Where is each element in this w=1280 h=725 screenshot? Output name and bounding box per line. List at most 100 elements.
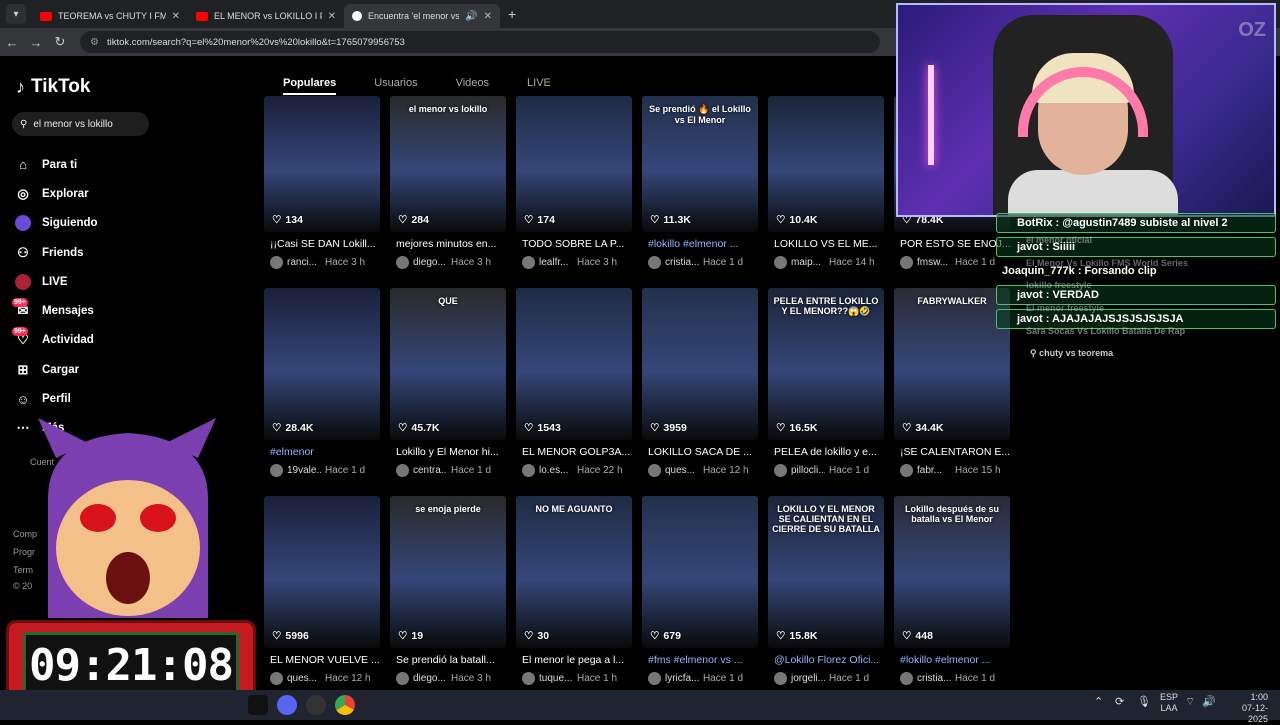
avatar[interactable]: [900, 672, 913, 685]
browser-tab-3[interactable]: Encuentra 'el menor vs loki 🔊 ✕: [344, 4, 500, 28]
tab-usuarios[interactable]: Usuarios: [374, 77, 417, 95]
video-thumbnail[interactable]: LOKILLO Y EL MENOR SE CALIENTAN EN EL CI…: [768, 496, 884, 648]
search-suggestion[interactable]: ⚲ chuty vs teorema: [1030, 348, 1113, 359]
video-caption[interactable]: ¡¡Casi SE DAN Lokill...: [270, 238, 382, 250]
username[interactable]: lyricfa...: [665, 673, 699, 684]
username[interactable]: cristia...: [665, 257, 699, 268]
username[interactable]: diego...: [413, 257, 447, 268]
forward-icon[interactable]: →: [24, 35, 48, 50]
avatar[interactable]: [522, 672, 535, 685]
username[interactable]: diego...: [413, 673, 447, 684]
username[interactable]: tuque...: [539, 673, 573, 684]
username[interactable]: 19vale...: [287, 465, 321, 476]
video-thumbnail[interactable]: [264, 288, 380, 440]
username[interactable]: ranci...: [287, 257, 321, 268]
avatar[interactable]: [270, 672, 283, 685]
video-thumbnail[interactable]: QUE: [390, 288, 506, 440]
search-suggestion[interactable]: Sara Socas Vs Lokillo Batalla De Rap: [1026, 326, 1185, 336]
sidebar-item-actividad[interactable]: ♡ 99+ Actividad: [12, 326, 98, 355]
video-thumbnail[interactable]: [768, 96, 884, 232]
search-suggestion[interactable]: el menor oficial: [1026, 235, 1092, 245]
video-caption[interactable]: TODO SOBRE LA P...: [522, 238, 634, 250]
video-thumbnail[interactable]: el menor vs lokillo: [390, 96, 506, 232]
avatar[interactable]: [396, 672, 409, 685]
search-suggestion[interactable]: El menor freestyle: [1026, 303, 1104, 313]
tab-live[interactable]: LIVE: [527, 77, 551, 95]
sync-icon[interactable]: ⟳: [1115, 697, 1124, 708]
language-indicator[interactable]: ESP LAA: [1160, 692, 1178, 714]
avatar[interactable]: [648, 464, 661, 477]
video-caption[interactable]: #elmenor: [270, 446, 382, 458]
username[interactable]: jorgeli...: [791, 673, 825, 684]
username[interactable]: ques...: [665, 465, 699, 476]
video-thumbnail[interactable]: NO ME AGUANTO: [516, 496, 632, 648]
search-suggestion[interactable]: El Menor Vs Lokillo FMS World Series: [1026, 258, 1188, 268]
avatar[interactable]: [900, 256, 913, 269]
video-thumbnail[interactable]: [516, 96, 632, 232]
sidebar-item-explorar[interactable]: ◎ Explorar: [14, 179, 98, 208]
avatar[interactable]: [774, 256, 787, 269]
video-thumbnail[interactable]: [516, 288, 632, 440]
new-tab-button[interactable]: +: [508, 6, 516, 22]
sidebar-item-perfil[interactable]: ☺ Perfil: [14, 384, 98, 413]
sidebar-item-para-ti[interactable]: ⌂ Para ti: [14, 150, 98, 179]
reload-icon[interactable]: ↻: [48, 34, 72, 50]
chrome-taskbar-icon[interactable]: [335, 695, 355, 715]
close-icon[interactable]: ✕: [484, 11, 492, 22]
speaker-icon[interactable]: 🔊: [465, 11, 477, 22]
video-caption[interactable]: #lokillo #elmenor ...: [900, 654, 1012, 666]
wifi-icon[interactable]: ⌔: [1185, 697, 1195, 708]
address-bar[interactable]: ⚙ tiktok.com/search?q=el%20menor%20vs%20…: [80, 31, 880, 53]
avatar[interactable]: [270, 464, 283, 477]
tab-videos[interactable]: Videos: [456, 77, 489, 95]
video-caption[interactable]: Se prendió la batall...: [396, 654, 508, 666]
username[interactable]: cristia...: [917, 673, 951, 684]
video-thumbnail[interactable]: FABRYWALKER: [894, 288, 1010, 440]
avatar[interactable]: [900, 464, 913, 477]
username[interactable]: lo.es...: [539, 465, 573, 476]
mic-icon[interactable]: 🎙: [1137, 697, 1151, 708]
sidebar-item-cargar[interactable]: ⊞ Cargar: [14, 355, 98, 384]
browser-tab-1[interactable]: TEOREMA vs CHUTY I FMS WO ✕: [32, 4, 188, 28]
avatar[interactable]: [270, 256, 283, 269]
video-caption[interactable]: #fms #elmenor vs ...: [648, 654, 760, 666]
avatar[interactable]: [396, 464, 409, 477]
video-thumbnail[interactable]: Se prendió 🔥 el Lokillo vs El Menor: [642, 96, 758, 232]
video-caption[interactable]: LOKILLO VS EL ME...: [774, 238, 886, 250]
video-caption[interactable]: El menor le pega a l...: [522, 654, 634, 666]
video-caption[interactable]: EL MENOR VUELVE ...: [270, 654, 382, 666]
tiktok-logo[interactable]: ♪ TikTok: [16, 76, 90, 98]
video-thumbnail[interactable]: [642, 288, 758, 440]
video-caption[interactable]: ¡SE CALENTARON E...: [900, 446, 1012, 458]
video-caption[interactable]: PELEA de lokillo y e...: [774, 446, 886, 458]
video-thumbnail[interactable]: [642, 496, 758, 648]
obs-taskbar-icon[interactable]: [306, 695, 326, 715]
video-thumbnail[interactable]: PELEA ENTRE LOKILLO Y EL MENOR??😱🤣: [768, 288, 884, 440]
avatar[interactable]: [522, 464, 535, 477]
site-info-icon[interactable]: ⚙: [90, 37, 99, 48]
video-caption[interactable]: mejores minutos en...: [396, 238, 508, 250]
search-suggestion[interactable]: lokillo freestyle: [1026, 280, 1092, 290]
sidebar-item-friends[interactable]: ⚇ Friends: [14, 238, 98, 267]
avatar[interactable]: [522, 256, 535, 269]
video-thumbnail[interactable]: [264, 496, 380, 648]
username[interactable]: fabr...: [917, 465, 951, 476]
close-icon[interactable]: ✕: [328, 11, 336, 22]
video-caption[interactable]: LOKILLO SACA DE ...: [648, 446, 760, 458]
avatar[interactable]: [648, 672, 661, 685]
volume-icon[interactable]: 🔊: [1202, 697, 1216, 708]
back-icon[interactable]: ←: [0, 35, 24, 50]
avatar[interactable]: [396, 256, 409, 269]
tiktok-taskbar-icon[interactable]: [248, 695, 268, 715]
tray-chevron-icon[interactable]: ⌃: [1094, 697, 1103, 708]
clock[interactable]: 1:00 07-12-2025: [1224, 692, 1268, 725]
username[interactable]: lealfr...: [539, 257, 573, 268]
tab-populares[interactable]: Populares: [283, 77, 337, 95]
avatar[interactable]: [774, 464, 787, 477]
avatar[interactable]: [774, 672, 787, 685]
video-caption[interactable]: EL MENOR GOLP3A...: [522, 446, 634, 458]
video-caption[interactable]: #lokillo #elmenor ...: [648, 238, 760, 250]
username[interactable]: ques...: [287, 673, 321, 684]
sidebar-item-mensajes[interactable]: ✉ 99+ Mensajes: [12, 296, 98, 325]
avatar[interactable]: [648, 256, 661, 269]
